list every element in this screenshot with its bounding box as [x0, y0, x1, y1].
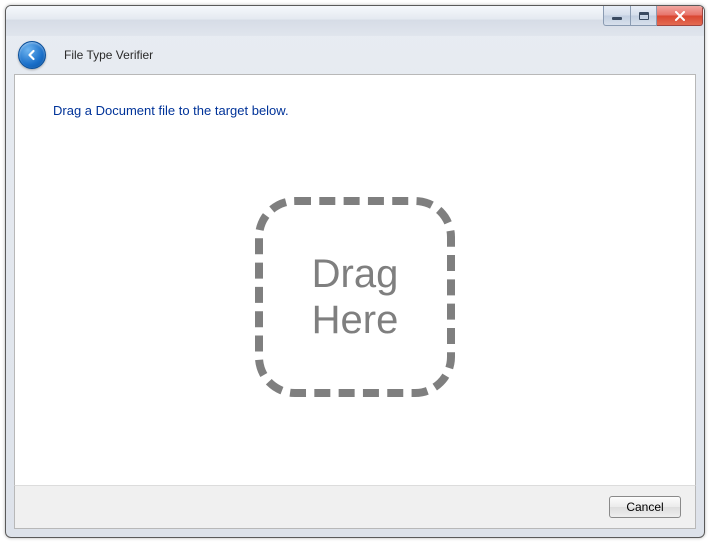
drop-target[interactable]: Drag Here: [255, 197, 455, 397]
titlebar[interactable]: [6, 6, 704, 36]
drop-text-line2: Here: [312, 297, 399, 343]
close-icon: [674, 11, 686, 21]
window-frame: File Type Verifier Drag a Document file …: [5, 5, 705, 538]
maximize-icon: [639, 12, 649, 20]
cancel-button[interactable]: Cancel: [609, 496, 681, 518]
navigation-row: File Type Verifier: [6, 36, 704, 74]
drop-text-line1: Drag: [312, 251, 399, 297]
content-pane: Drag a Document file to the target below…: [14, 74, 696, 485]
window-controls: [603, 6, 703, 26]
footer: Cancel: [14, 485, 696, 529]
maximize-button[interactable]: [631, 6, 657, 26]
back-arrow-icon: [25, 48, 39, 62]
minimize-icon: [612, 17, 622, 20]
app-title: File Type Verifier: [64, 48, 153, 62]
minimize-button[interactable]: [603, 6, 631, 26]
close-button[interactable]: [657, 6, 703, 26]
back-button[interactable]: [18, 41, 46, 69]
instruction-text: Drag a Document file to the target below…: [53, 103, 657, 118]
drop-area: Drag Here: [53, 118, 657, 475]
